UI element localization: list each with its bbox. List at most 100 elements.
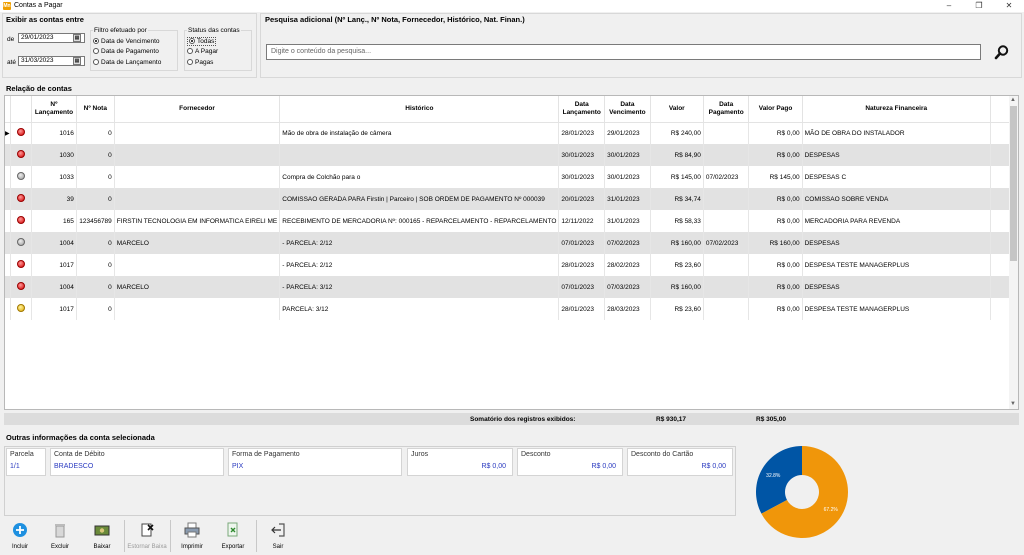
table-row[interactable]: 1004 0 MARCELO - PARCELA: 2/12 07/01/2023 07/…	[5, 232, 1018, 254]
printer-icon	[184, 522, 200, 538]
radio-todas[interactable]: Todas	[187, 37, 217, 46]
table-row[interactable]: 1017 0 - PARCELA: 2/12 28/01/2023 28/02/2023…	[5, 254, 1018, 276]
estornar-baixa-button[interactable]: Estornar Baixa	[127, 522, 167, 550]
cell-valor: R$ 84,90	[650, 144, 704, 166]
payment-pie-chart: 32.8% 67.2%	[756, 446, 848, 538]
cell-valor: R$ 160,00	[650, 276, 704, 298]
exit-icon	[271, 523, 285, 537]
parcela-value: 1/1	[10, 463, 20, 470]
header-data-vencimento[interactable]: Data Vencimento	[604, 96, 651, 123]
cell-valor-pago: R$ 0,00	[748, 122, 803, 144]
header-historico[interactable]: Histórico	[279, 96, 560, 123]
cell-data-pagamento	[703, 210, 750, 232]
baixar-label: Baixar	[93, 544, 111, 550]
cell-data-lancamento: 28/01/2023	[558, 298, 606, 320]
desconto-value: R$ 0,00	[591, 463, 616, 470]
radio-a-pagar[interactable]: A Pagar	[187, 48, 218, 55]
table-row[interactable]: 165 123456789 FIRSTIN TECNOLOGIA EM INFORM…	[5, 210, 1018, 232]
header-natureza[interactable]: Natureza Financeira	[802, 96, 991, 123]
cell-fornecedor: FIRSTIN TECNOLOGIA EM INFORMATICA EIRELI…	[114, 210, 281, 232]
table-row[interactable]: 1017 0 PARCELA: 3/12 28/01/2023 28/03/2023 R$…	[5, 298, 1018, 320]
estornar-label: Estornar Baixa	[127, 544, 167, 550]
header-data-pagamento[interactable]: Data Pagamento	[703, 96, 750, 123]
cell-valor: R$ 23,60	[650, 298, 704, 320]
baixar-button[interactable]: Baixar	[82, 522, 122, 550]
cell-data-pagamento	[703, 188, 750, 210]
status-yellow-icon	[17, 304, 26, 312]
cell-fornecedor: MARCELO	[114, 276, 281, 298]
table-row[interactable]: 1033 0 Compra de Colchão para o 30/01/2023 3…	[5, 166, 1018, 188]
minimize-icon[interactable]: –	[934, 0, 964, 12]
calendar-icon[interactable]: ▦	[73, 34, 81, 42]
excluir-button[interactable]: Excluir	[40, 522, 80, 550]
excluir-label: Excluir	[50, 544, 69, 550]
radio-data-pagamento[interactable]: Data de Pagamento	[93, 48, 159, 55]
cell-data-pagamento	[703, 298, 750, 320]
cell-data-pagamento: 07/02/2023	[703, 232, 750, 254]
pie-slice	[756, 446, 802, 514]
maximize-icon[interactable]: ❐	[964, 0, 994, 12]
radio-data-lancamento[interactable]: Data de Lançamento	[93, 59, 161, 66]
cell-fornecedor	[114, 298, 281, 320]
cell-fornecedor: MARCELO	[114, 232, 281, 254]
cell-data-lancamento: 30/01/2023	[558, 166, 606, 188]
cell-nota: 0	[76, 298, 115, 320]
desconto-cartao-field: Desconto do Cartão R$ 0,00	[627, 448, 733, 476]
status-cell	[10, 144, 33, 166]
export-icon	[227, 522, 238, 537]
header-valor-pago[interactable]: Valor Pago	[748, 96, 803, 123]
pie-label: 32.8%	[766, 473, 781, 479]
header-lancamento[interactable]: Nº Lançamento	[31, 96, 77, 123]
cell-lancamento: 165	[31, 210, 77, 232]
cell-data-lancamento: 20/01/2023	[558, 188, 606, 210]
cell-historico: Mão de obra de instalação de câmera	[279, 122, 560, 144]
status-cell	[10, 232, 33, 254]
header-data-lancamento[interactable]: Data Lançamento	[558, 96, 606, 123]
cell-fornecedor	[114, 166, 281, 188]
status-cell	[10, 166, 33, 188]
status-cell	[10, 298, 33, 320]
cell-valor: R$ 34,74	[650, 188, 704, 210]
cell-data-lancamento: 30/01/2023	[558, 144, 606, 166]
cell-lancamento: 1004	[31, 232, 77, 254]
table-row[interactable]: 1030 0 30/01/2023 30/01/2023 R$ 84,90 R$ 0,00…	[5, 144, 1018, 166]
cell-historico: Compra de Colchão para o	[279, 166, 560, 188]
cell-data-lancamento: 28/01/2023	[558, 122, 606, 144]
app-icon: Mn	[3, 2, 11, 10]
forma-pagamento-field: Forma de Pagamento PIX	[228, 448, 402, 476]
header-valor[interactable]: Valor	[650, 96, 704, 123]
header-status[interactable]	[10, 96, 33, 123]
cell-natureza: MERCADORIA PARA REVENDA	[802, 210, 991, 232]
search-icon[interactable]	[994, 44, 1010, 60]
scroll-down-icon[interactable]: ▼	[1010, 401, 1016, 407]
table-row[interactable]: ▶ 1016 0 Mão de obra de instalação de câmer…	[5, 122, 1018, 144]
header-fornecedor[interactable]: Fornecedor	[114, 96, 281, 123]
cell-data-vencimento: 28/03/2023	[604, 298, 651, 320]
filter-by-title: Filtro efetuado por	[93, 27, 148, 34]
cell-data-pagamento	[703, 254, 750, 276]
incluir-button[interactable]: Incluir	[0, 522, 40, 550]
close-icon[interactable]: ✕	[994, 0, 1024, 12]
juros-field: Juros R$ 0,00	[407, 448, 513, 476]
cell-data-vencimento: 07/02/2023	[604, 232, 651, 254]
scrollbar-thumb[interactable]	[1010, 106, 1017, 261]
sair-button[interactable]: Sair	[258, 522, 298, 550]
search-input[interactable]: Digite o conteúdo da pesquisa...	[266, 44, 981, 60]
exportar-button[interactable]: Exportar	[213, 522, 253, 550]
calendar-icon[interactable]: ▦	[73, 57, 81, 65]
window-title: Contas a Pagar	[14, 2, 63, 9]
scroll-up-icon[interactable]: ▲	[1010, 97, 1016, 103]
table-row[interactable]: 1004 0 MARCELO - PARCELA: 3/12 07/01/2023 07/…	[5, 276, 1018, 298]
radio-data-vencimento[interactable]: Data de Vencimento	[93, 38, 160, 45]
date-from-label: de	[7, 36, 15, 43]
cell-data-vencimento: 29/01/2023	[604, 122, 651, 144]
cell-lancamento: 1016	[31, 122, 77, 144]
imprimir-button[interactable]: Imprimir	[172, 522, 212, 550]
header-nota[interactable]: Nº Nota	[76, 96, 115, 123]
cell-fornecedor	[114, 188, 281, 210]
radio-pagas[interactable]: Pagas	[187, 59, 213, 66]
cell-lancamento: 1033	[31, 166, 77, 188]
table-row[interactable]: 39 0 COMISSAO GERADA PARA Firstin | Parcei…	[5, 188, 1018, 210]
undo-document-icon	[141, 523, 154, 537]
cell-data-lancamento: 12/11/2022	[558, 210, 606, 232]
